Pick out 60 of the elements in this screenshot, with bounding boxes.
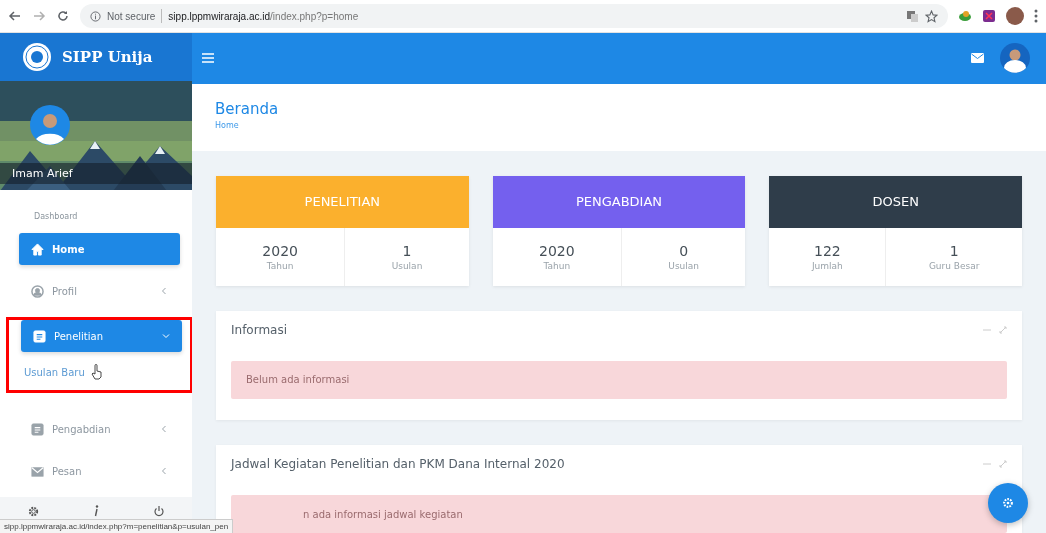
document-icon (33, 329, 46, 343)
alert-message: n ada informasi jadwal kegiatan (231, 495, 1007, 533)
document-icon (31, 422, 44, 436)
page-title: Beranda (215, 99, 280, 118)
card-header: PENGABDIAN (492, 175, 746, 228)
translate-icon[interactable] (906, 9, 919, 23)
reload-icon[interactable] (56, 9, 70, 23)
home-icon (31, 242, 44, 256)
menu-icon[interactable] (202, 53, 214, 64)
stat-value: 0 (679, 242, 689, 259)
card-header: DOSEN (769, 175, 1022, 228)
stat-label: Jumlah (811, 260, 843, 271)
sidebar-item[interactable]: Penelitian (21, 320, 182, 353)
submenu-link[interactable]: Usulan Baru (24, 366, 85, 378)
chevron-left-icon (160, 425, 168, 434)
section-label: Dashboard (34, 212, 79, 222)
address-bar[interactable]: Not secure sipp.lppmwiraraja.ac.id/index.php?p=home (80, 4, 948, 28)
status-url: sipp.lppmwiraraja.ac.id/index.php?m=penelitian&p=usulan_pen (0, 519, 234, 533)
chevron-left-icon (160, 467, 168, 476)
url-path: /index.php?p=home (270, 10, 359, 22)
alert-message: Belum ada informasi (231, 360, 1007, 399)
user-icon (31, 284, 44, 298)
security-label: Not secure (107, 10, 156, 22)
stat-value: 2020 (262, 242, 298, 259)
user-name: Imam Arief (0, 163, 192, 185)
stat-label: Guru Besar (928, 260, 980, 271)
stat-label: Usulan (668, 260, 699, 271)
url-host: sipp.lppmwiraraja.ac.id (168, 10, 271, 22)
stat-value: 2020 (539, 242, 575, 259)
profile-avatar[interactable] (1006, 7, 1024, 25)
more-icon[interactable] (1034, 9, 1038, 23)
chevron-left-icon (160, 287, 168, 296)
star-icon[interactable] (925, 9, 938, 23)
stat-value: 1 (949, 242, 959, 259)
sidebar-item[interactable]: Profil (19, 275, 180, 308)
stat-label: Tahun (543, 260, 571, 271)
chevron-down-icon (162, 332, 170, 341)
sidebar-item[interactable]: Home (19, 233, 180, 266)
back-icon[interactable] (8, 9, 22, 23)
stat-label: Tahun (266, 260, 294, 271)
info-icon (90, 10, 101, 22)
extension-icon[interactable] (958, 9, 972, 23)
app-title: SIPP Unija (62, 47, 153, 66)
panel-title: Jadwal Kegiatan Penelitian dan PKM Dana Internal 2020 (231, 457, 566, 471)
extension-icon[interactable] (982, 9, 996, 23)
settings-icon (1002, 497, 1014, 509)
power-icon[interactable] (153, 505, 165, 518)
info-icon[interactable] (94, 505, 99, 518)
settings-icon[interactable] (27, 504, 40, 518)
mail-icon[interactable] (971, 53, 984, 64)
stat-label: Usulan (391, 260, 423, 271)
breadcrumb-link[interactable]: Home (215, 120, 1023, 130)
sidebar-item[interactable]: Pesan (19, 455, 180, 488)
stat-value: 1 (402, 242, 412, 259)
hand-cursor-icon (90, 364, 103, 381)
stat-value: 122 (813, 242, 841, 259)
card-header: PENELITIAN (216, 175, 469, 228)
sidebar-item[interactable]: Pengabdian (19, 413, 180, 446)
panel-title: Informasi (231, 322, 289, 337)
envelope-icon (31, 464, 44, 478)
